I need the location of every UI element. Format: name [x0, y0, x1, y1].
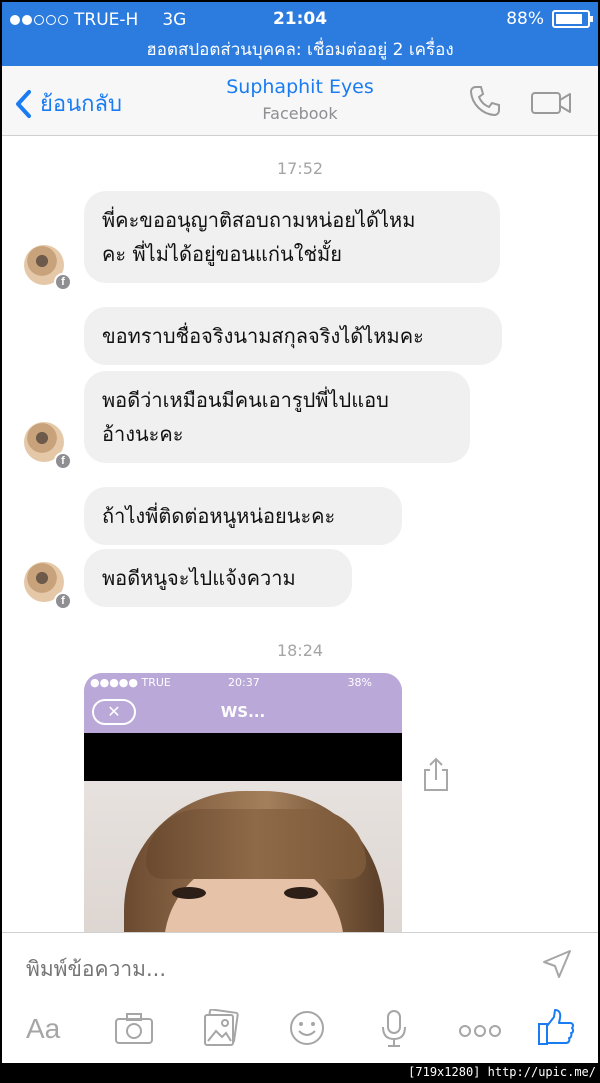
timestamp: 17:52: [276, 159, 324, 178]
message-text: ขอทราบชื่อจริงนามสกุลจริงได้ไหมคะ: [102, 324, 424, 348]
image-battery: 38%: [347, 676, 372, 689]
facebook-badge-icon: f: [54, 273, 72, 291]
message-bubble[interactable]: ถ้าไงพี่ติดต่อหนูหน่อยนะคะ: [84, 487, 402, 545]
image-host-watermark: [719x1280] http://upic.me/: [408, 1065, 596, 1079]
like-button[interactable]: [536, 1007, 576, 1051]
more-dots-icon: [459, 1025, 501, 1037]
message-text: คะ พี่ไม่ได้อยู่ขอนแก่นใช่มั้ย: [102, 242, 342, 266]
composer-toolbar: Aa: [2, 1008, 598, 1055]
image-nav-bar: ✕ WS...: [84, 693, 402, 733]
photo-content: [84, 781, 402, 932]
photo-gallery-icon: [204, 1008, 239, 1046]
message-bubble[interactable]: พอดีหนูจะไปแจ้งความ: [84, 549, 352, 607]
image-carrier: ●●●●● TRUE: [90, 676, 171, 689]
more-options-button[interactable]: [458, 1023, 502, 1042]
send-button[interactable]: [542, 949, 572, 983]
timestamp: 18:24: [276, 641, 324, 660]
video-call-button[interactable]: [530, 90, 572, 120]
image-title: WS...: [220, 703, 266, 721]
hotspot-banner[interactable]: ฮอตสปอตส่วนบุคคล: เชื่อมต่ออยู่ 2 เครื่อ…: [2, 36, 598, 66]
image-time: 20:37: [228, 676, 260, 689]
shared-image-message[interactable]: ●●●●● TRUE 20:37 38% ✕ WS...: [84, 673, 402, 932]
microphone-icon: [382, 1010, 406, 1047]
message-text: พี่คะขออนุญาติสอบถามหน่อยได้ไหม: [102, 208, 416, 232]
gallery-button[interactable]: [202, 1008, 240, 1051]
smiley-icon: [290, 1011, 324, 1045]
conversation-header: ย้อนกลับ Suphaphit Eyes Facebook: [2, 66, 598, 136]
phone-call-button[interactable]: [468, 84, 502, 122]
message-text: พอดีว่าเหมือนมีคนเอารูปพี่ไปแอบ: [102, 388, 389, 412]
message-text: ถ้าไงพี่ติดต่อหนูหน่อยนะคะ: [102, 504, 336, 528]
battery-icon: [552, 10, 593, 28]
camera-icon: [115, 1013, 153, 1044]
battery-percent: 88%: [506, 9, 544, 29]
message-list[interactable]: 17:52 พี่คะขออนุญาติสอบถามหน่อยได้ไหม คะ…: [2, 137, 598, 932]
status-bar: TRUE-H 3G 21:04 88%: [2, 2, 598, 36]
message-bubble[interactable]: พี่คะขออนุญาติสอบถามหน่อยได้ไหม คะ พี่ไม…: [84, 191, 500, 283]
facebook-badge-icon: f: [54, 592, 72, 610]
image-status-bar: ●●●●● TRUE 20:37 38%: [84, 673, 402, 693]
contact-name: Suphaphit Eyes: [226, 76, 374, 98]
share-button[interactable]: [422, 756, 450, 796]
composer: Aa: [2, 932, 598, 1063]
messenger-screen: TRUE-H 3G 21:04 88% ฮอตสปอตส่วนบุคคล: เช…: [2, 2, 598, 1063]
message-text: อ้างนะคะ: [102, 422, 184, 446]
send-icon: [543, 950, 571, 978]
video-camera-icon: [531, 92, 571, 114]
message-input[interactable]: [26, 953, 506, 985]
phone-icon: [469, 86, 500, 117]
text-style-button[interactable]: Aa: [26, 1013, 60, 1045]
camera-button[interactable]: [114, 1011, 154, 1049]
message-bubble[interactable]: ขอทราบชื่อจริงนามสกุลจริงได้ไหมคะ: [84, 307, 502, 365]
battery-status: 88%: [506, 9, 593, 29]
facebook-badge-icon: f: [54, 452, 72, 470]
redaction-bar: [84, 733, 402, 781]
contact-title[interactable]: Suphaphit Eyes Facebook: [2, 76, 598, 123]
contact-source: Facebook: [262, 104, 338, 123]
message-text: พอดีหนูจะไปแจ้งความ: [102, 566, 296, 590]
message-bubble[interactable]: พอดีว่าเหมือนมีคนเอารูปพี่ไปแอบ อ้างนะคะ: [84, 371, 470, 463]
voice-button[interactable]: [380, 1009, 408, 1053]
emoji-button[interactable]: [288, 1009, 326, 1051]
thumbs-up-icon: [538, 1009, 575, 1045]
share-icon: [424, 757, 448, 791]
